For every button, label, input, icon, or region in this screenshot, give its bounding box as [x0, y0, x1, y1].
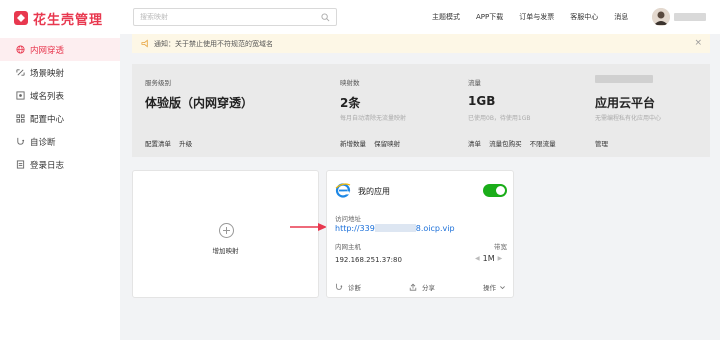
theme-mode-link[interactable]: 主题模式 — [432, 12, 460, 22]
manage-link[interactable]: 管理 — [595, 140, 608, 148]
account-info-panel: 服务级别 体验版（内网穿透） 配置清单 升级 映射数 2条 每月自动清除无流量映… — [132, 64, 710, 157]
top-header: 主题模式 APP下载 订单与发票 客服中心 消息 — [120, 0, 720, 34]
domain-icon — [16, 91, 25, 100]
upgrade-link[interactable]: 升级 — [179, 140, 192, 148]
add-mapping-label: 增加映射 — [212, 247, 239, 255]
globe-icon — [16, 45, 25, 54]
sidebar-item-label: 登录日志 — [30, 160, 65, 171]
redacted-label — [595, 75, 653, 83]
app-name: 花生壳管理 — [33, 12, 104, 28]
diagnose-icon — [336, 283, 343, 290]
mappings-label: 映射数 — [340, 79, 360, 87]
ie-icon — [335, 183, 351, 198]
host-address: 192.168.251.37:80 — [335, 256, 402, 264]
add-quantity-link[interactable]: 新增数量 — [340, 140, 366, 148]
traffic-label: 流量 — [468, 79, 481, 87]
chevron-down-icon — [500, 285, 505, 289]
bandwidth-label: 带宽 — [494, 243, 507, 251]
support-center-link[interactable]: 客服中心 — [570, 12, 598, 22]
cloud-platform-links: 管理 — [595, 138, 614, 148]
add-mapping-card[interactable]: 增加映射 — [132, 170, 319, 298]
service-level-label: 服务级别 — [145, 79, 171, 87]
sidebar-item-label: 配置中心 — [30, 114, 65, 125]
traffic-note: 已使用0B，待使用1GB — [468, 115, 531, 122]
sidebar-item-diagnose[interactable]: 自诊断 — [0, 130, 120, 153]
chevron-left-icon[interactable]: ◀ — [475, 255, 480, 262]
sidebar-item-label: 场景映射 — [30, 68, 65, 79]
access-address-label: 访问地址 — [335, 215, 361, 223]
avatar[interactable] — [652, 8, 670, 26]
diagnose-button[interactable]: 诊断 — [335, 282, 361, 292]
url-redacted — [374, 224, 416, 232]
notice-text[interactable]: 通知：关于禁止使用不符规范的宽域名 — [154, 39, 273, 49]
sidebar: 花生壳管理 内网穿透 场景映射 域名列表 配置中心 自诊断 登录日志 — [0, 0, 120, 340]
mappings-value: 2条 — [340, 96, 361, 110]
actions-dropdown[interactable]: 操作 — [483, 282, 506, 292]
access-url-link[interactable]: http://339 8.oicp.vip — [335, 224, 455, 233]
buy-traffic-link[interactable]: 流量包购买 — [489, 140, 522, 148]
bandwidth-selector[interactable]: ◀ 1M ▶ — [472, 254, 505, 263]
service-level-links: 配置清单 升级 — [145, 138, 198, 148]
unlimited-traffic-link[interactable]: 不限流量 — [530, 140, 556, 148]
chevron-right-icon[interactable]: ▶ — [498, 255, 503, 262]
close-icon[interactable]: × — [694, 38, 702, 48]
host-label: 内网主机 — [335, 243, 361, 251]
mapping-name: 我的应用 — [358, 187, 390, 196]
sidebar-item-label: 自诊断 — [30, 137, 56, 148]
share-button[interactable]: 分享 — [409, 282, 435, 292]
scene-icon — [16, 69, 25, 76]
orders-invoices-link[interactable]: 订单与发票 — [519, 12, 554, 22]
search-box — [133, 8, 337, 26]
cloud-platform-value: 应用云平台 — [595, 96, 656, 110]
sidebar-item-scene[interactable]: 场景映射 — [0, 61, 120, 84]
logo[interactable]: 花生壳管理 — [0, 0, 120, 36]
messages-link[interactable]: 消息 — [614, 12, 628, 22]
cloud-platform-note: 无需编程私有化应用中心 — [595, 115, 662, 122]
logo-icon — [14, 11, 28, 25]
log-icon — [16, 160, 25, 169]
sidebar-nav: 内网穿透 场景映射 域名列表 配置中心 自诊断 登录日志 — [0, 38, 120, 176]
mappings-links: 新增数量 保留映射 — [340, 138, 406, 148]
traffic-value: 1GB — [468, 94, 496, 108]
share-label: 分享 — [422, 284, 435, 292]
mapping-card: 我的应用 访问地址 http://339 8.oicp.vip 内网主机 带宽 1… — [326, 170, 514, 298]
url-suffix: 8.oicp.vip — [415, 224, 455, 233]
sidebar-item-label: 内网穿透 — [30, 45, 65, 56]
mapping-enable-toggle[interactable] — [483, 184, 507, 197]
url-prefix: http://339 — [335, 224, 375, 233]
notice-bar: 通知：关于禁止使用不符规范的宽域名 × — [132, 34, 710, 53]
traffic-list-link[interactable]: 清单 — [468, 140, 481, 148]
username[interactable] — [674, 13, 706, 21]
grid-icon — [16, 114, 25, 123]
toggle-knob — [496, 186, 505, 195]
bell-icon — [141, 39, 148, 48]
sidebar-item-intranet[interactable]: 内网穿透 — [0, 38, 120, 61]
share-icon — [409, 283, 417, 291]
search-icon[interactable] — [321, 13, 330, 22]
traffic-links: 清单 流量包购买 不限流量 — [468, 138, 562, 148]
keep-mapping-link[interactable]: 保留映射 — [374, 140, 400, 148]
config-list-link[interactable]: 配置清单 — [145, 140, 171, 148]
sidebar-item-config[interactable]: 配置中心 — [0, 107, 120, 130]
header-links: 主题模式 APP下载 订单与发票 客服中心 消息 — [432, 0, 644, 34]
red-arrow-annotation — [290, 223, 327, 231]
plus-icon — [219, 223, 234, 238]
actions-label: 操作 — [483, 284, 496, 292]
search-input[interactable] — [134, 9, 314, 25]
bandwidth-value: 1M — [482, 254, 495, 263]
diagnose-icon — [17, 137, 25, 145]
mappings-note: 每月自动清除无流量映射 — [340, 115, 407, 122]
sidebar-item-label: 域名列表 — [30, 91, 65, 102]
sidebar-item-domains[interactable]: 域名列表 — [0, 84, 120, 107]
app-download-link[interactable]: APP下载 — [476, 12, 503, 22]
diagnose-label: 诊断 — [348, 284, 361, 292]
card-footer: 诊断 分享 操作 — [327, 279, 513, 297]
service-level-value: 体验版（内网穿透） — [145, 96, 254, 110]
sidebar-item-login-log[interactable]: 登录日志 — [0, 153, 120, 176]
